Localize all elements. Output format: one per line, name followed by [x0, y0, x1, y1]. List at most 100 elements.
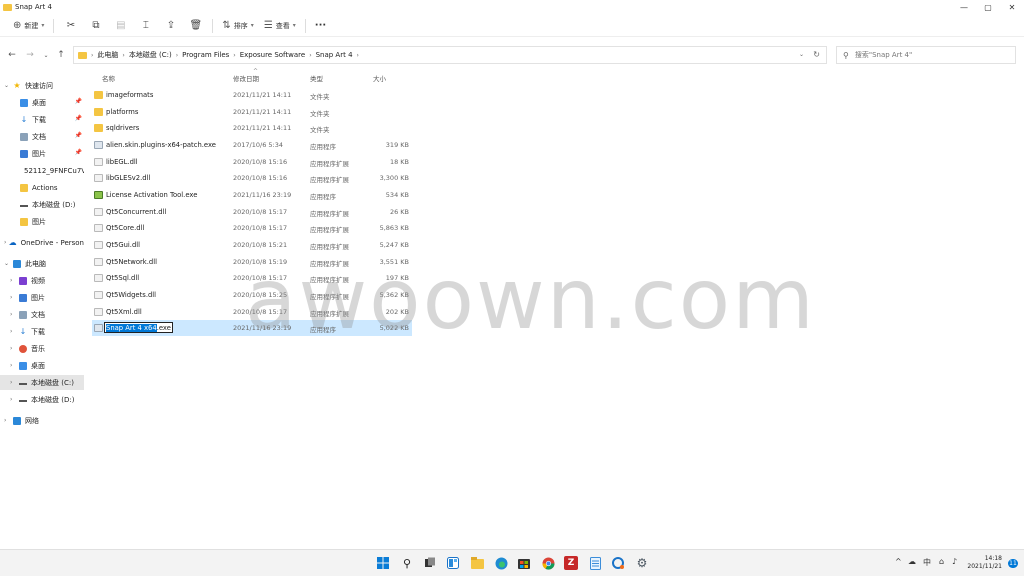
sidebar-item-network[interactable]: › 网络 — [4, 413, 84, 428]
rename-extension-text: .exe — [156, 323, 171, 332]
file-row[interactable]: imageformats 2021/11/21 14:11 文件夹 — [92, 87, 412, 103]
notepad-icon[interactable] — [588, 556, 602, 570]
new-label: 新建 — [24, 21, 39, 30]
chrome-icon[interactable] — [541, 556, 555, 570]
file-row[interactable]: Qt5Core.dll 2020/10/8 15:17 应用程序扩展 5,863 KB — [92, 220, 412, 236]
file-type: 文件夹 — [310, 126, 330, 135]
search-icon: ⚲ — [843, 50, 849, 60]
sidebar-item-drive-d[interactable]: › 本地磁盘 (D:) — [10, 392, 84, 407]
ime-indicator[interactable]: 中 — [923, 557, 931, 568]
sidebar-item-this-pc[interactable]: ⌄ 此电脑 — [4, 256, 84, 271]
sidebar-item-pc-documents[interactable]: › 文档 — [10, 307, 84, 322]
breadcrumb-snap-art-4[interactable]: Snap Art 4 — [316, 51, 353, 59]
sidebar-item-pc-downloads[interactable]: › ↓ 下载 — [10, 324, 84, 339]
settings-icon[interactable]: ⚙ — [635, 556, 649, 570]
sidebar-item-drive-c[interactable]: › 本地磁盘 (C:) — [0, 375, 84, 390]
file-row[interactable]: Qt5Widgets.dll 2020/10/8 15:25 应用程序扩展 5,362… — [92, 287, 412, 303]
file-size: 319 KB — [385, 141, 409, 149]
windows-start-icon[interactable] — [376, 556, 390, 570]
sidebar-item-downloads[interactable]: ↓ 下载 📌 — [20, 112, 84, 127]
column-header-size[interactable]: 大小 — [373, 73, 386, 83]
file-row[interactable]: libGLESv2.dll 2020/10/8 15:16 应用程序扩展 3,300 … — [92, 170, 412, 186]
address-dropdown-button[interactable]: ⌄ — [799, 51, 804, 58]
file-size: 5,362 KB — [379, 291, 409, 300]
sidebar-item-label: 下载 — [32, 115, 46, 124]
column-headers: 名称 ^ 修改日期 类型 大小 — [92, 68, 412, 86]
forward-button[interactable]: → — [23, 48, 37, 62]
sidebar-item-pc-pictures[interactable]: › 图片 — [10, 290, 84, 305]
refresh-icon[interactable]: ↻ — [813, 50, 820, 59]
sidebar-item-music[interactable]: › 音乐 — [10, 341, 84, 356]
maximize-button[interactable]: ▢ — [976, 0, 1000, 14]
recent-locations-button[interactable]: ⌄ — [39, 48, 53, 62]
cut-button[interactable]: ✂ — [58, 17, 83, 35]
file-size: 18 KB — [389, 157, 409, 166]
sidebar-item-drive-d-quick[interactable]: 本地磁盘 (D:) — [20, 197, 84, 212]
widgets-icon[interactable] — [446, 556, 460, 570]
file-row[interactable]: Qt5Xml.dll 2020/10/8 15:17 应用程序扩展 202 KB — [92, 304, 412, 320]
view-button[interactable]: ☰ 查看 ▾ — [259, 17, 301, 35]
breadcrumb-program-files[interactable]: Program Files — [182, 51, 229, 59]
rename-input[interactable]: Snap Art 4 x64 .exe — [104, 322, 173, 334]
sidebar-item-videos[interactable]: › 视频 — [10, 273, 84, 288]
network-icon[interactable]: ⌂ — [939, 557, 944, 566]
sidebar-item-actions[interactable]: Actions — [20, 180, 84, 195]
share-button[interactable]: ⇪ — [158, 17, 183, 35]
column-header-date[interactable]: 修改日期 — [233, 73, 259, 83]
download-icon: ↓ — [19, 326, 27, 336]
filezilla-icon[interactable]: Z — [564, 556, 578, 570]
sidebar-item-pc-desktop[interactable]: › 桌面 — [10, 358, 84, 373]
breadcrumb-this-pc[interactable]: 此电脑 — [97, 50, 118, 60]
back-button[interactable]: ← — [5, 48, 19, 62]
breadcrumb-exposure-software[interactable]: Exposure Software — [240, 51, 306, 59]
tray-overflow-icon[interactable]: ^ — [895, 557, 902, 566]
snipping-icon[interactable] — [611, 556, 625, 570]
file-row[interactable]: Qt5Gui.dll 2020/10/8 15:21 应用程序扩展 5,247 KB — [92, 237, 412, 253]
file-row[interactable]: Qt5Network.dll 2020/10/8 15:19 应用程序扩展 3,551… — [92, 254, 412, 270]
file-row[interactable]: libEGL.dll 2020/10/8 15:16 应用程序扩展 18 KB — [92, 154, 412, 170]
delete-button[interactable]: 🗑 — [183, 17, 208, 35]
store-icon[interactable] — [517, 556, 531, 570]
new-button[interactable]: ⊕ 新建 ▾ — [8, 17, 49, 35]
sidebar-item-pictures[interactable]: 图片 📌 — [20, 146, 84, 161]
search-input[interactable] — [854, 51, 1005, 59]
column-header-name[interactable]: 名称 — [102, 73, 115, 83]
address-bar[interactable]: › 此电脑 › 本地磁盘 (C:) › Program Files › Expo… — [73, 46, 827, 64]
paste-button[interactable]: ▤ — [108, 17, 133, 35]
search-box[interactable]: ⚲ — [836, 46, 1016, 64]
file-row[interactable]: platforms 2021/11/21 14:11 文件夹 — [92, 104, 412, 120]
file-row[interactable]: Qt5Sql.dll 2020/10/8 15:17 应用程序扩展 197 KB — [92, 270, 412, 286]
sidebar-item-onedrive[interactable]: › ☁ OneDrive - Person — [4, 235, 84, 250]
sidebar-item-label: 图片 — [31, 293, 45, 302]
sidebar-item-desktop[interactable]: 桌面 📌 — [20, 95, 84, 110]
sidebar-item-documents[interactable]: 文档 📌 — [20, 129, 84, 144]
close-button[interactable]: ✕ — [1000, 0, 1024, 14]
file-explorer-icon[interactable] — [470, 556, 484, 570]
sidebar-item-folder-52112[interactable]: 52112_9FNFCu7V — [20, 163, 84, 178]
notification-badge[interactable]: 11 — [1008, 559, 1018, 568]
file-name: License Activation Tool.exe — [106, 191, 198, 200]
system-clock[interactable]: 14:18 2021/11/21 — [967, 555, 1002, 571]
task-view-icon[interactable] — [423, 556, 437, 570]
file-row[interactable]: sqldrivers 2021/11/21 14:11 文件夹 — [92, 120, 412, 136]
cloud-sync-icon[interactable]: ☁ — [908, 557, 916, 566]
more-button[interactable]: ··· — [310, 17, 331, 35]
file-size: 534 KB — [385, 191, 409, 200]
sidebar-item-quick-access[interactable]: ⌄ ★ 快速访问 — [4, 78, 84, 93]
file-type: 文件夹 — [310, 109, 330, 118]
column-header-type[interactable]: 类型 — [310, 73, 323, 83]
file-row[interactable]: Snap Art 4 x64 .exe 2021/11/16 23:19 应用程序 5,… — [92, 320, 412, 337]
breadcrumb-drive-c[interactable]: 本地磁盘 (C:) — [129, 50, 172, 60]
sidebar-item-pictures-folder[interactable]: 图片 — [20, 214, 84, 229]
edge-icon[interactable] — [494, 556, 508, 570]
search-icon[interactable]: ⚲ — [400, 556, 414, 570]
file-row[interactable]: alien.skin.plugins-x64-patch.exe 2017/10/… — [92, 137, 412, 153]
file-row[interactable]: License Activation Tool.exe 2021/11/16 23… — [92, 187, 412, 203]
rename-button[interactable]: ⌶ — [133, 17, 158, 35]
sort-button[interactable]: ⇅ 排序 ▾ — [217, 17, 258, 35]
copy-button[interactable]: ⧉ — [83, 17, 108, 35]
volume-icon[interactable]: ♪ — [952, 557, 957, 566]
minimize-button[interactable]: — — [952, 0, 976, 14]
up-button[interactable]: ↑ — [54, 48, 68, 62]
file-row[interactable]: Qt5Concurrent.dll 2020/10/8 15:17 应用程序扩展 26… — [92, 204, 412, 220]
